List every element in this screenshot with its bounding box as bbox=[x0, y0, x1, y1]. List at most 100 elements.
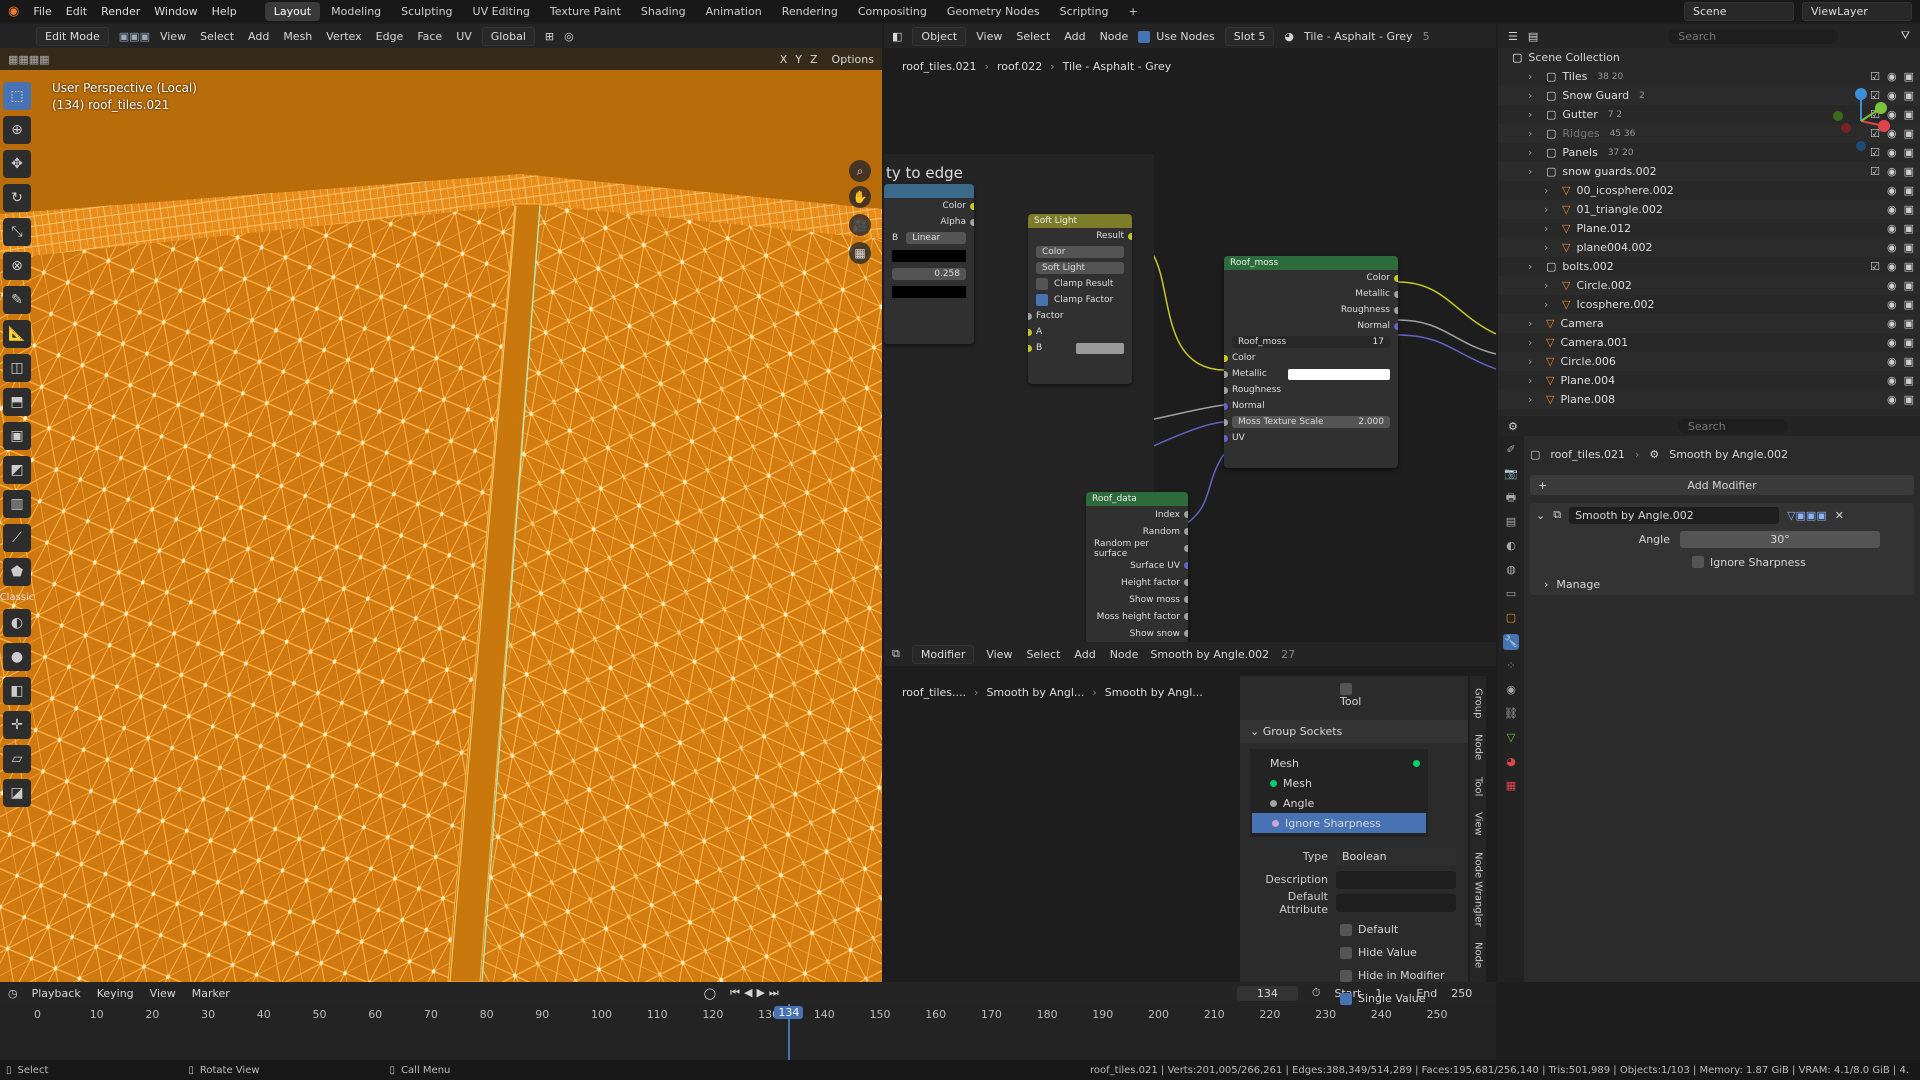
eye-icon[interactable]: ◉ bbox=[1887, 222, 1897, 235]
camera-render-icon[interactable]: ▣ bbox=[1904, 184, 1914, 197]
ortho-grid-icon[interactable]: ▦ bbox=[849, 242, 871, 264]
blender-logo-icon[interactable]: ◉ bbox=[8, 4, 19, 19]
workspace-tab-layout[interactable]: Layout bbox=[264, 1, 321, 21]
checkbox[interactable] bbox=[1340, 969, 1352, 982]
scale-icon[interactable]: ⤡ bbox=[3, 218, 31, 246]
shrink-fatten-icon[interactable]: ✛ bbox=[3, 711, 31, 739]
viewport-menu-select[interactable]: Select bbox=[200, 30, 234, 43]
outliner-item-name[interactable]: Icosphere.002 bbox=[1576, 298, 1654, 311]
timeline-menu-view[interactable]: View bbox=[150, 987, 176, 1000]
geo-menu-node[interactable]: Node bbox=[1110, 648, 1139, 661]
mirror-axis-y[interactable]: Y bbox=[795, 53, 802, 66]
geo-menu-select[interactable]: Select bbox=[1026, 648, 1060, 661]
outliner-item-name[interactable]: Plane.004 bbox=[1560, 374, 1615, 387]
props-breadcrumb-modifier[interactable]: Smooth by Angle.002 bbox=[1669, 448, 1788, 461]
outliner-row[interactable]: › ▽ Circle.006 ◉ ▣ bbox=[1498, 352, 1920, 371]
outliner-row[interactable]: › ▽ 01_triangle.002 ◉ ▣ bbox=[1498, 200, 1920, 219]
interpolation-dropdown[interactable]: Linear bbox=[906, 232, 966, 244]
camera-render-icon[interactable]: ▣ bbox=[1904, 127, 1914, 140]
output-socket[interactable] bbox=[1184, 528, 1188, 535]
outliner-item-name[interactable]: 01_triangle.002 bbox=[1576, 203, 1662, 216]
navigation-gizmo[interactable] bbox=[1826, 86, 1896, 156]
checkbox[interactable] bbox=[1340, 946, 1352, 959]
output-tab-icon[interactable]: 🖶 bbox=[1503, 490, 1519, 506]
workspace-tab-uv-editing[interactable]: UV Editing bbox=[464, 2, 539, 21]
timeline-menu-marker[interactable]: Marker bbox=[192, 987, 230, 1000]
output-socket[interactable] bbox=[1184, 630, 1188, 637]
outliner-item-name[interactable]: Plane.008 bbox=[1560, 393, 1615, 406]
group-sockets-panel-header[interactable]: ⌄ Group Sockets bbox=[1240, 720, 1468, 743]
timeline-menu-playback[interactable]: Playback bbox=[32, 987, 81, 1000]
output-socket[interactable] bbox=[1184, 562, 1188, 569]
outliner-row[interactable]: › ▽ Circle.002 ◉ ▣ bbox=[1498, 276, 1920, 295]
side-tab-tool[interactable]: Tool bbox=[1473, 771, 1484, 802]
eye-icon[interactable]: ◉ bbox=[1887, 355, 1897, 368]
socket-option-single-value[interactable]: Single Value bbox=[1340, 987, 1468, 1010]
outliner-item-name[interactable]: 00_icosphere.002 bbox=[1576, 184, 1673, 197]
bevel-icon[interactable]: ◩ bbox=[3, 456, 31, 484]
expand-arrow-icon[interactable]: › bbox=[1544, 241, 1556, 254]
expand-arrow-icon[interactable]: › bbox=[1544, 222, 1556, 235]
scene-field[interactable]: Scene bbox=[1684, 2, 1794, 21]
properties-type-icon[interactable]: ⚙ bbox=[1508, 420, 1518, 433]
shear-icon[interactable]: ▱ bbox=[3, 745, 31, 773]
visibility-controls[interactable]: ◉ ▣ bbox=[1887, 241, 1914, 254]
extrude-icon[interactable]: ⬒ bbox=[3, 388, 31, 416]
socket-option-hide-value[interactable]: Hide Value bbox=[1340, 941, 1468, 964]
move-icon[interactable]: ✥ bbox=[3, 150, 31, 178]
eye-icon[interactable]: ◉ bbox=[1887, 203, 1897, 216]
outliner-item-name[interactable]: snow guards.002 bbox=[1562, 165, 1656, 178]
expand-arrow-icon[interactable]: › bbox=[1528, 355, 1540, 368]
camera-render-icon[interactable]: ▣ bbox=[1904, 260, 1914, 273]
outliner-item-name[interactable]: Ridges bbox=[1562, 127, 1599, 140]
camera-render-icon[interactable]: ▣ bbox=[1904, 241, 1914, 254]
expand-arrow-icon[interactable]: › bbox=[1528, 108, 1540, 121]
include-checkbox[interactable]: ☑ bbox=[1870, 260, 1880, 273]
data-tab-icon[interactable]: ▽ bbox=[1503, 730, 1519, 746]
select-box-icon[interactable]: ⬚ bbox=[3, 82, 31, 110]
expand-arrow-icon[interactable]: › bbox=[1528, 89, 1540, 102]
outliner-row[interactable]: › ▢ Tiles 38 20 ☑ ◉ ▣ bbox=[1498, 67, 1920, 86]
camera-render-icon[interactable]: ▣ bbox=[1904, 222, 1914, 235]
camera-render-icon[interactable]: ▣ bbox=[1904, 89, 1914, 102]
viewport-menu-edge[interactable]: Edge bbox=[376, 30, 404, 43]
viewport-menu-mesh[interactable]: Mesh bbox=[283, 30, 312, 43]
ramp-position-field[interactable]: 0.258 bbox=[892, 268, 966, 280]
filter-icon[interactable]: ⛛ bbox=[1901, 29, 1910, 43]
menu-item-edit[interactable]: Edit bbox=[66, 5, 87, 18]
workspace-tab-animation[interactable]: Animation bbox=[697, 2, 771, 21]
outliner-row[interactable]: › ▢ bolts.002 ☑ ◉ ▣ bbox=[1498, 257, 1920, 276]
eye-icon[interactable]: ◉ bbox=[1887, 260, 1897, 273]
eye-icon[interactable]: ◉ bbox=[1887, 165, 1897, 178]
outliner-search[interactable]: Search bbox=[1668, 28, 1839, 44]
camera-render-icon[interactable]: ▣ bbox=[1904, 70, 1914, 83]
playback-controls[interactable]: ⏮◀▶⏭ bbox=[730, 986, 783, 1000]
outliner-row[interactable]: › ▽ Plane.004 ◉ ▣ bbox=[1498, 371, 1920, 390]
modifier-toggle-icons[interactable]: ▽▣▣▣ bbox=[1787, 509, 1827, 522]
workspace-tab-add[interactable]: + bbox=[1120, 2, 1147, 21]
camera-render-icon[interactable]: ▣ bbox=[1904, 355, 1914, 368]
workspace-tab-rendering[interactable]: Rendering bbox=[773, 2, 847, 21]
output-socket[interactable] bbox=[1184, 613, 1188, 620]
shader-crumb-0[interactable]: roof_tiles.021 bbox=[902, 60, 977, 73]
visibility-controls[interactable]: ◉ ▣ bbox=[1887, 355, 1914, 368]
expand-arrow-icon[interactable]: › bbox=[1528, 336, 1540, 349]
angle-field[interactable]: 30° bbox=[1680, 530, 1880, 548]
blend-type-dropdown[interactable]: Soft Light bbox=[1036, 262, 1124, 274]
modifier-tab-icon[interactable]: 🔧 bbox=[1503, 634, 1519, 650]
visibility-controls[interactable]: ◉ ▣ bbox=[1887, 203, 1914, 216]
knife-icon[interactable]: ⟋ bbox=[3, 524, 31, 552]
shader-menu-add[interactable]: Add bbox=[1064, 30, 1085, 43]
visibility-controls[interactable]: ◉ ▣ bbox=[1887, 184, 1914, 197]
camera-render-icon[interactable]: ▣ bbox=[1904, 298, 1914, 311]
ignore-sharpness-checkbox[interactable] bbox=[1692, 556, 1704, 568]
geo-editor-type-icon[interactable]: ⧉ bbox=[892, 647, 900, 661]
shader-editor[interactable]: ty to edge Color Alpha B Linear 0.258 Sof… bbox=[884, 24, 1496, 652]
clamp-result-checkbox[interactable] bbox=[1036, 278, 1048, 290]
side-tab-view[interactable]: View bbox=[1473, 806, 1484, 842]
outliner-item-name[interactable]: Circle.002 bbox=[1576, 279, 1631, 292]
geo-context-dropdown[interactable]: Modifier bbox=[911, 644, 975, 664]
rotate-icon[interactable]: ↻ bbox=[3, 184, 31, 212]
group-datablock-field[interactable]: Roof_moss 17 bbox=[1232, 336, 1390, 348]
orientation-selector[interactable]: Global bbox=[481, 26, 535, 46]
